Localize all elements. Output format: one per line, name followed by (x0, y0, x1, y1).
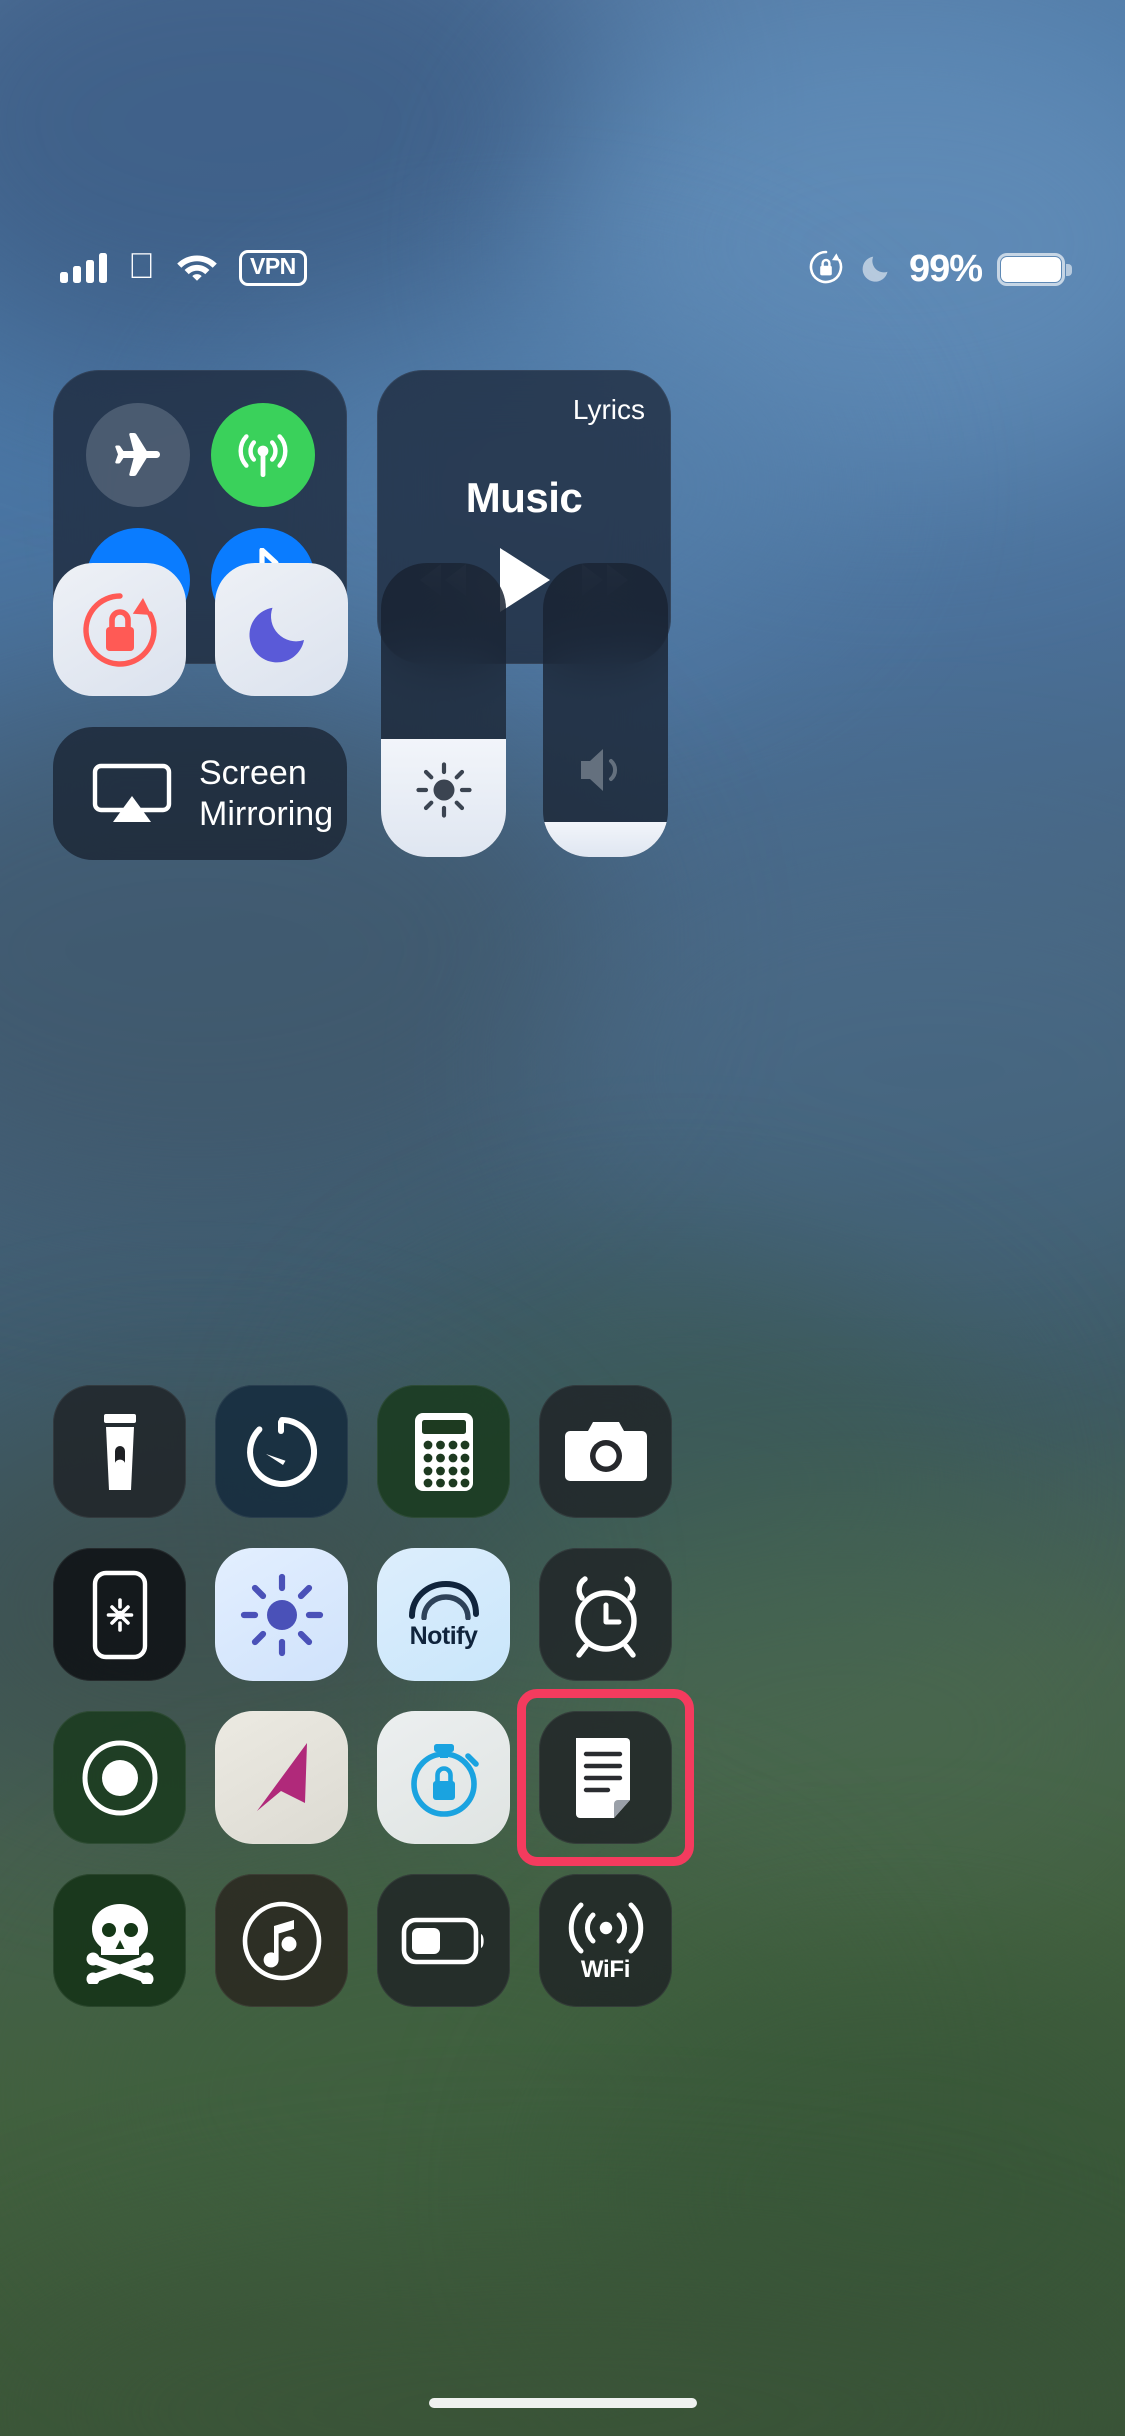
screen-mirroring-tile[interactable]: Screen Mirroring (53, 727, 347, 860)
status-bar-right: 99% (807, 248, 1072, 291)
wifi-analyzer-control[interactable]: WiFi (539, 1874, 672, 2007)
flashlight-control[interactable] (53, 1385, 186, 1518)
rotation-lock-icon (807, 248, 845, 291)
status-bar:  VPN 99% (0, 0, 1125, 300)
camera-icon (564, 1421, 647, 1481)
calculator-icon (414, 1412, 473, 1491)
crescent-moon-icon (860, 250, 894, 289)
lyrics-label[interactable]: Lyrics (573, 394, 645, 426)
status-bar-left:  VPN (60, 248, 307, 286)
alarm-control[interactable] (539, 1548, 672, 1681)
guided-access-control[interactable] (377, 1711, 510, 1844)
notes-page-icon (575, 1737, 630, 1818)
apple-logo-icon:  (128, 248, 155, 284)
volume-slider-fill (543, 821, 668, 857)
alarm-clock-icon (574, 1575, 637, 1658)
notify-signal-icon (408, 1580, 479, 1620)
timer-icon (246, 1416, 317, 1487)
notify-control[interactable]: Notify (377, 1548, 510, 1681)
screen-mirroring-label-line2: Mirroring (199, 794, 334, 833)
do-not-disturb-tile[interactable] (215, 563, 348, 696)
flashlight-icon (103, 1413, 136, 1490)
cellular-antenna-icon (238, 433, 287, 477)
crescent-moon-icon (248, 607, 304, 662)
skull-crossbones-icon (86, 1903, 153, 1984)
navigation-arrow-icon (256, 1742, 307, 1811)
camera-control[interactable] (539, 1385, 672, 1518)
airplane-mode-button[interactable] (85, 402, 190, 507)
wifi-broadcast-icon (568, 1902, 643, 1953)
record-circle-icon (82, 1740, 157, 1815)
notify-label: Notify (409, 1622, 478, 1650)
now-playing-title: Music (465, 474, 583, 521)
cellular-data-button[interactable] (210, 402, 315, 507)
battery-half-icon (401, 1917, 484, 1964)
wifi-analyzer-label: WiFi (580, 1955, 631, 1983)
cellular-signal-bars-icon (60, 253, 107, 283)
wifi-icon (176, 250, 218, 286)
airplane-icon (114, 432, 160, 476)
control-center: Lyrics Music Screen Mirroring Notify WiF… (0, 0, 1125, 2436)
speaker-volume-icon (543, 745, 668, 795)
rotation-lock-tile[interactable] (53, 563, 186, 696)
sun-brightness-icon (381, 759, 506, 821)
battery-full-icon (997, 253, 1072, 286)
notes-control[interactable] (539, 1711, 672, 1844)
screen-mirroring-label-line1: Screen (199, 754, 307, 793)
navigation-control[interactable] (215, 1711, 348, 1844)
phone-screen-recording-icon (92, 1570, 147, 1659)
brightness-slider[interactable] (381, 563, 506, 857)
skull-control[interactable] (53, 1874, 186, 2007)
vpn-badge: VPN (239, 250, 307, 286)
screen-recording-control[interactable] (53, 1548, 186, 1681)
music-app-control[interactable] (215, 1874, 348, 2007)
screen-mirroring-label: Screen Mirroring (199, 753, 333, 833)
calculator-control[interactable] (377, 1385, 510, 1518)
volume-slider[interactable] (543, 563, 668, 857)
sun-rays-icon (240, 1573, 323, 1656)
dark-mode-control[interactable] (215, 1548, 348, 1681)
music-note-circle-icon (242, 1901, 321, 1980)
battery-percentage: 99% (908, 248, 983, 290)
airplay-screen-mirroring-icon (92, 763, 172, 822)
low-power-control[interactable] (377, 1874, 510, 2007)
timer-control[interactable] (215, 1385, 348, 1518)
record-control[interactable] (53, 1711, 186, 1844)
home-indicator[interactable] (428, 2398, 697, 2408)
rotation-lock-icon (82, 592, 157, 667)
stopwatch-lock-icon (410, 1743, 479, 1817)
